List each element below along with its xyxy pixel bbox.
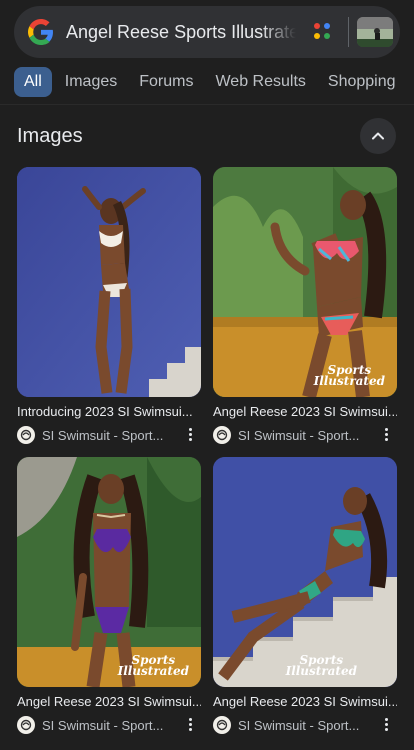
result-source[interactable]: SI Swimsuit - Sport... — [213, 716, 397, 734]
image-result-card[interactable]: Sports Illustrated Angel Reese 2023 SI Sw… — [213, 167, 397, 444]
image-result-card[interactable]: Sports Illustrated Angel Reese 2023 SI Sw… — [17, 457, 201, 734]
result-image[interactable]: Sports Illustrated — [213, 457, 397, 687]
chevron-up-icon — [372, 132, 384, 140]
search-image-thumbnail[interactable] — [357, 17, 393, 47]
result-source[interactable]: SI Swimsuit - Sport... — [17, 716, 201, 734]
search-bar[interactable]: Angel Reese Sports Illustrated — [14, 6, 400, 58]
search-results-page: Angel Reese Sports Illustrated All Image… — [0, 0, 414, 750]
result-source[interactable]: SI Swimsuit - Sport... — [213, 426, 397, 444]
more-vert-icon[interactable] — [385, 428, 389, 442]
result-source-label[interactable]: SI Swimsuit - Sport... — [42, 718, 163, 733]
si-swimsuit-favicon — [213, 716, 231, 734]
tabs-divider — [0, 104, 414, 105]
result-source-label[interactable]: SI Swimsuit - Sport... — [42, 428, 163, 443]
result-source-label[interactable]: SI Swimsuit - Sport... — [238, 428, 359, 443]
sports-illustrated-watermark: Sports Illustrated — [313, 363, 385, 388]
si-swimsuit-favicon — [17, 426, 35, 444]
result-image[interactable] — [17, 167, 201, 397]
sports-illustrated-watermark: Sports Illustrated — [117, 653, 189, 678]
more-vert-icon[interactable] — [385, 718, 389, 732]
collapse-section-button[interactable] — [360, 118, 396, 154]
image-result-card[interactable]: Sports Illustrated Angel Reese 2023 SI Sw… — [213, 457, 397, 734]
tab-images[interactable]: Images — [54, 67, 128, 97]
search-bar-divider — [348, 17, 349, 47]
google-g-icon — [28, 19, 53, 45]
tab-shopping[interactable]: Shopping — [317, 67, 407, 97]
result-source[interactable]: SI Swimsuit - Sport... — [17, 426, 201, 444]
tab-all[interactable]: All — [14, 67, 52, 97]
search-tabs: All Images Forums Web Results Shopping — [14, 66, 414, 98]
more-vert-icon[interactable] — [189, 428, 193, 442]
result-image[interactable]: Sports Illustrated — [213, 167, 397, 397]
images-section-title: Images — [17, 125, 83, 147]
tab-forums[interactable]: Forums — [128, 67, 204, 97]
search-query-text[interactable]: Angel Reese Sports Illustrated — [66, 22, 296, 43]
more-vert-icon[interactable] — [189, 718, 193, 732]
image-result-card[interactable]: Introducing 2023 SI Swimsui... SI Swimsu… — [17, 167, 201, 444]
result-image[interactable]: Sports Illustrated — [17, 457, 201, 687]
si-swimsuit-favicon — [213, 426, 231, 444]
sports-illustrated-watermark: Sports Illustrated — [285, 653, 357, 678]
result-caption[interactable]: Angel Reese 2023 SI Swimsui... — [213, 404, 397, 420]
google-lens-dots-icon[interactable] — [314, 23, 332, 41]
result-caption[interactable]: Angel Reese 2023 SI Swimsui... — [17, 694, 201, 710]
tab-web-results[interactable]: Web Results — [204, 67, 316, 97]
result-source-label[interactable]: SI Swimsuit - Sport... — [238, 718, 359, 733]
result-caption[interactable]: Introducing 2023 SI Swimsui... — [17, 404, 201, 420]
si-swimsuit-favicon — [17, 716, 35, 734]
result-caption[interactable]: Angel Reese 2023 SI Swimsui... — [213, 694, 397, 710]
